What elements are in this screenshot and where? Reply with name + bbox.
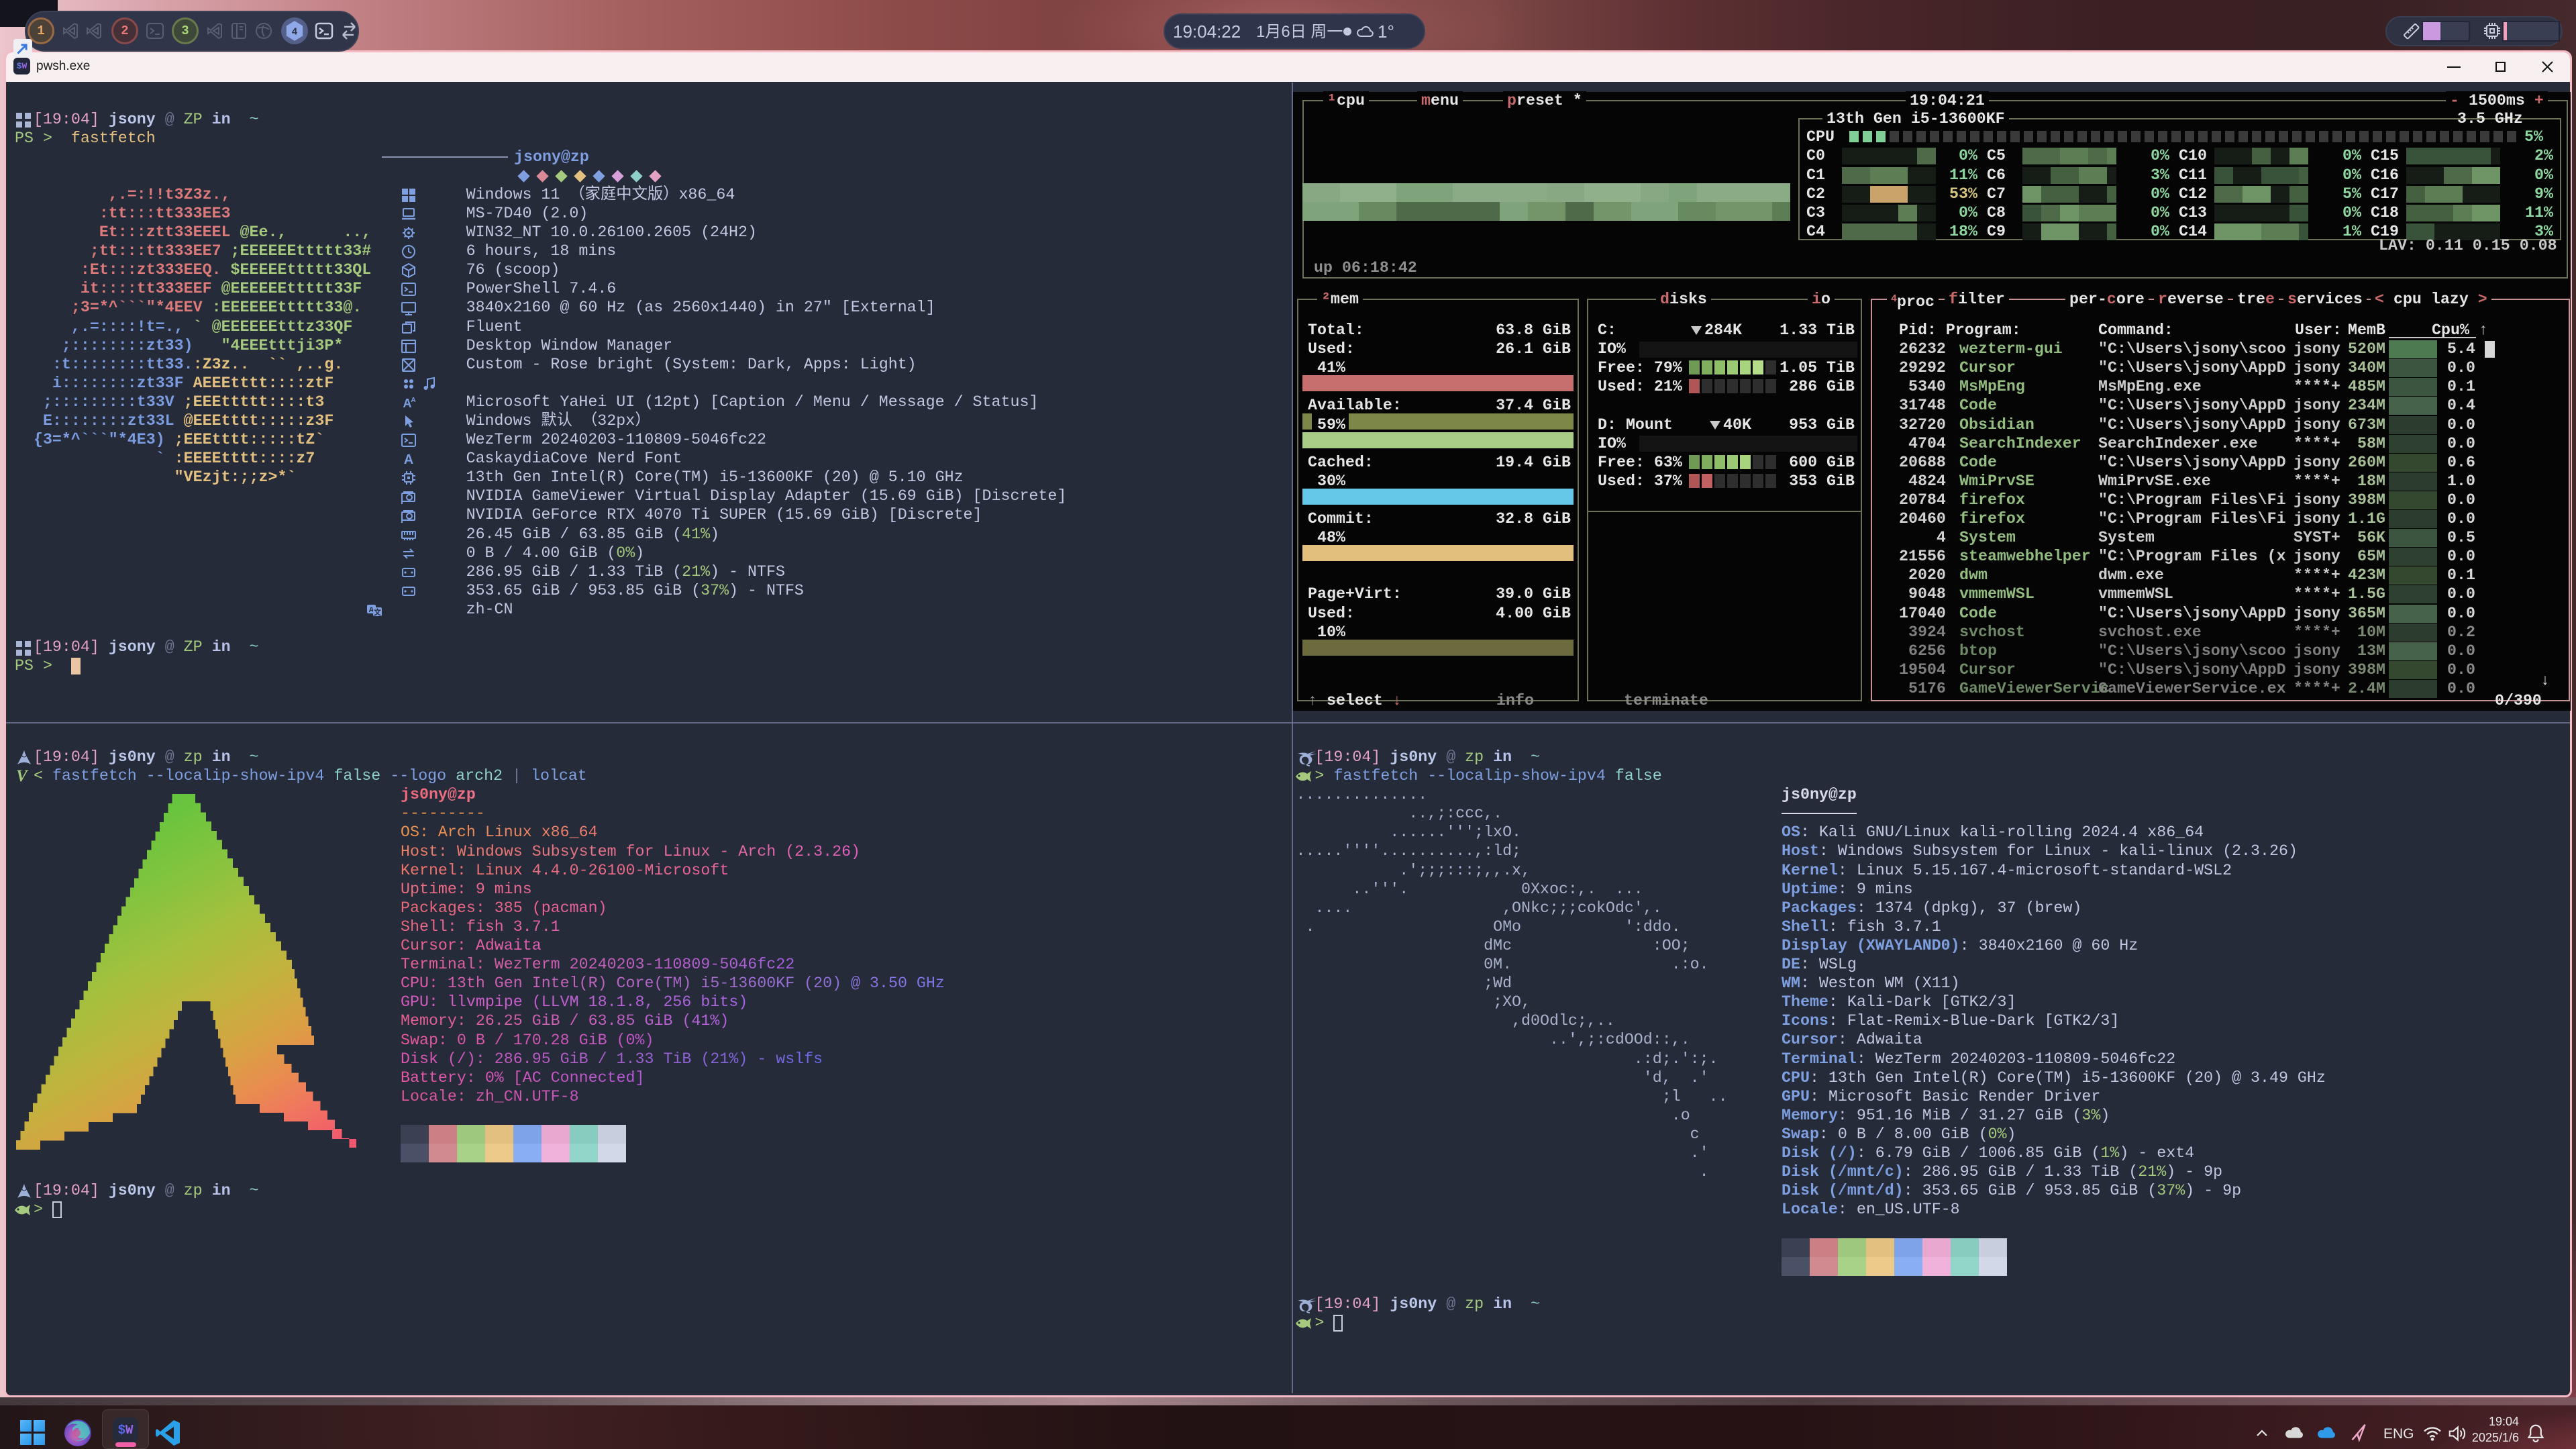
svg-text:4: 4 (292, 28, 298, 38)
